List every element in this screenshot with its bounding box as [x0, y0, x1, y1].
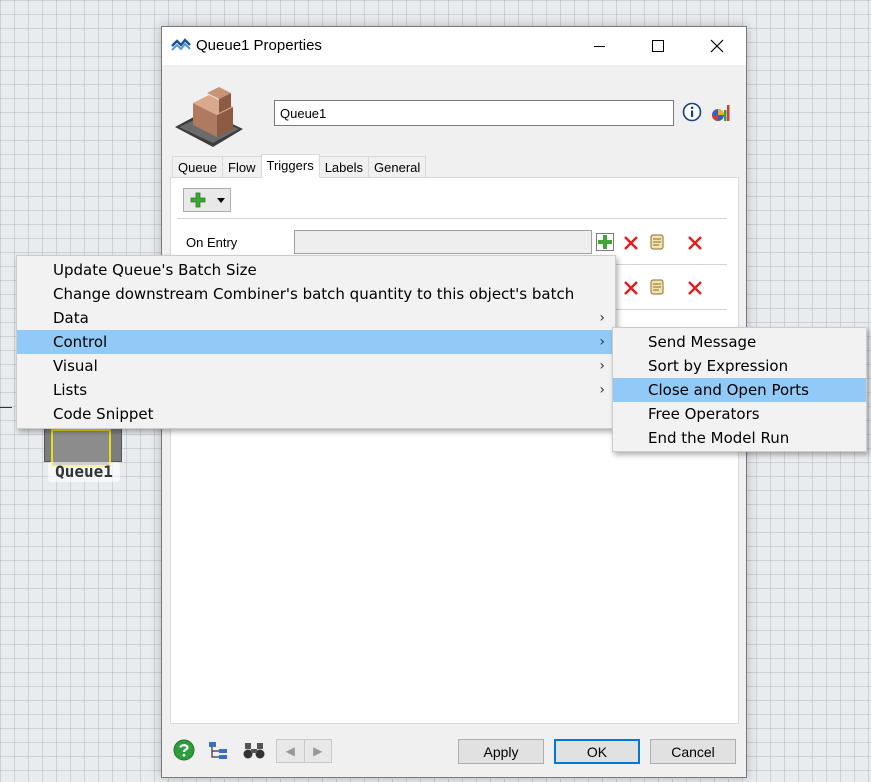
minimize-icon — [593, 45, 605, 47]
minimize-button[interactable] — [576, 27, 622, 65]
menu-item-lists[interactable]: Lists › — [17, 378, 615, 402]
submenu-item-free-operators[interactable]: Free Operators — [613, 402, 866, 426]
statistics-icon[interactable] — [710, 101, 732, 123]
remove-icon[interactable] — [622, 279, 640, 297]
delete-trigger-icon[interactable] — [686, 234, 704, 252]
tab-flow[interactable]: Flow — [222, 156, 262, 178]
tab-strip: Queue Flow Triggers Labels General — [172, 154, 427, 178]
control-submenu: Send Message Sort by Expression Close an… — [612, 327, 867, 452]
trigger-on-entry-label: On Entry — [186, 235, 238, 250]
submenu-item-sort-by-expression[interactable]: Sort by Expression — [613, 354, 866, 378]
info-icon[interactable] — [682, 102, 702, 122]
submenu-arrow-icon: › — [599, 310, 605, 326]
tab-queue[interactable]: Queue — [172, 156, 224, 178]
apply-button[interactable]: Apply — [458, 739, 544, 764]
submenu-arrow-icon: › — [599, 382, 605, 398]
add-option-icon[interactable] — [596, 233, 614, 251]
tab-general[interactable]: General — [368, 156, 427, 178]
flexsim-logo-icon — [171, 38, 191, 51]
close-button[interactable] — [694, 27, 740, 65]
title-bar[interactable]: Queue1 Properties — [162, 27, 746, 65]
close-icon — [710, 39, 724, 53]
add-trigger-button[interactable] — [183, 188, 231, 212]
submenu-item-send-message[interactable]: Send Message — [613, 330, 866, 354]
tree-view-icon[interactable] — [207, 740, 229, 762]
submenu-arrow-icon: › — [599, 334, 605, 350]
object-name-input[interactable] — [274, 100, 674, 126]
maximize-button[interactable] — [635, 27, 681, 65]
forward-arrow-icon[interactable]: ▶ — [303, 740, 332, 762]
submenu-item-end-model-run[interactable]: End the Model Run — [613, 426, 866, 450]
dialog-footer: ◀ ▶ Apply OK Cancel — [162, 731, 746, 777]
queue-object-icon — [175, 87, 243, 147]
remove-icon[interactable] — [622, 234, 640, 252]
canvas-queue-label: Queue1 — [48, 462, 120, 482]
script-edit-icon[interactable] — [648, 278, 666, 296]
submenu-item-close-open-ports[interactable]: Close and Open Ports — [613, 378, 866, 402]
menu-item-update-batch-size[interactable]: Update Queue's Batch Size — [17, 258, 615, 282]
dialog-title: Queue1 Properties — [196, 37, 322, 54]
help-icon[interactable] — [173, 739, 195, 761]
binoculars-icon[interactable] — [242, 739, 266, 761]
menu-item-control[interactable]: Control › — [17, 330, 615, 354]
menu-item-change-combiner-batch[interactable]: Change downstream Combiner's batch quant… — [17, 282, 615, 306]
tab-labels[interactable]: Labels — [318, 156, 370, 178]
tab-triggers[interactable]: Triggers — [260, 154, 320, 178]
ok-button[interactable]: OK — [554, 739, 640, 764]
delete-trigger-icon[interactable] — [686, 279, 704, 297]
cancel-button[interactable]: Cancel — [650, 739, 736, 764]
navigation-arrows: ◀ ▶ — [276, 739, 332, 763]
menu-item-code-snippet[interactable]: Code Snippet — [17, 402, 615, 426]
dropdown-arrow-icon — [217, 198, 225, 203]
back-arrow-icon[interactable]: ◀ — [277, 740, 304, 762]
divider — [177, 218, 727, 219]
menu-item-visual[interactable]: Visual › — [17, 354, 615, 378]
script-edit-icon[interactable] — [648, 233, 666, 251]
menu-item-data[interactable]: Data › — [17, 306, 615, 330]
trigger-context-menu: Update Queue's Batch Size Change downstr… — [16, 255, 616, 429]
submenu-arrow-icon: › — [599, 358, 605, 374]
canvas-connector-line — [0, 407, 12, 408]
maximize-icon — [652, 40, 664, 52]
trigger-on-entry-field[interactable] — [294, 230, 592, 254]
plus-icon — [190, 192, 206, 208]
